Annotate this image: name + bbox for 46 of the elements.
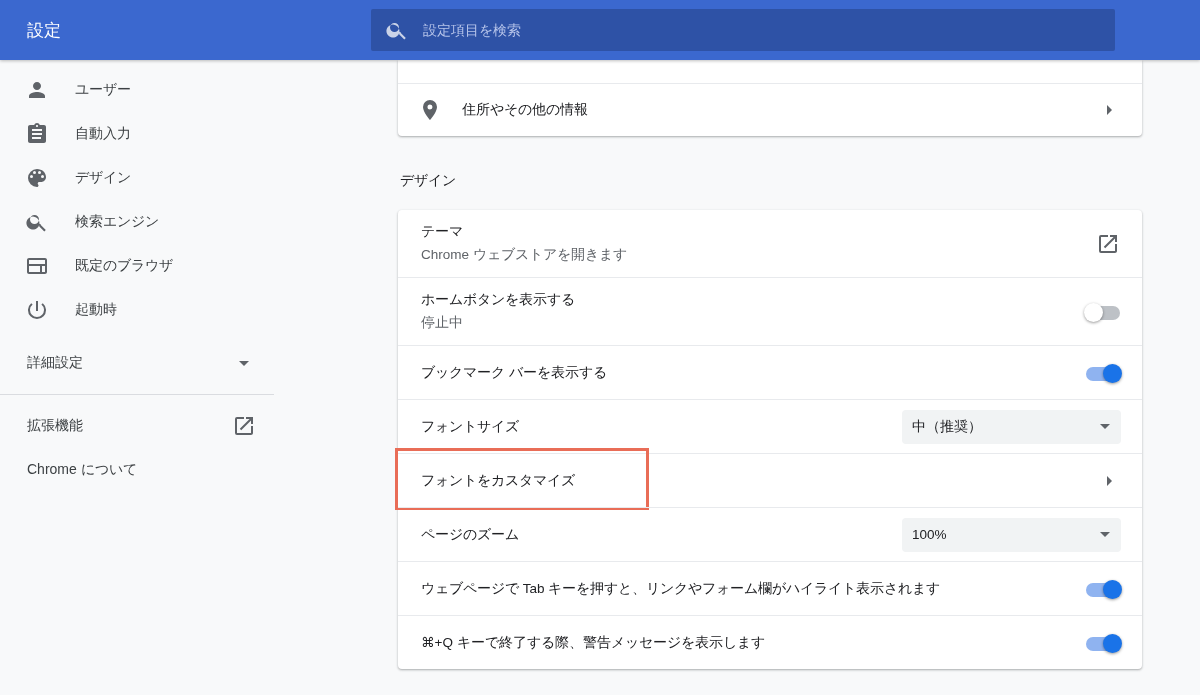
external-link-icon <box>232 414 256 438</box>
clipboard-icon <box>25 122 49 146</box>
toggle-switch[interactable] <box>1086 362 1120 383</box>
sidebar-item[interactable]: 既定のブラウザ <box>0 244 274 288</box>
section-heading: デザイン <box>399 171 457 190</box>
sidebar-link[interactable]: 拡張機能 <box>0 404 274 448</box>
caret-down-icon <box>1100 532 1110 537</box>
row-label: ⌘+Q キーで終了する際、警告メッセージを表示します <box>421 633 766 652</box>
row-label: フォントサイズ <box>421 417 520 436</box>
row-sublabel: Chrome ウェブストアを開きます <box>421 246 628 264</box>
settings-row[interactable]: ウェブページで Tab キーを押すと、リンクやフォーム欄がハイライト表示されます <box>398 561 1142 615</box>
row-label: ブックマーク バーを表示する <box>421 363 608 382</box>
row-label: 住所やその他の情報 <box>462 101 589 119</box>
settings-row[interactable]: フォントをカスタマイズ <box>398 453 1142 507</box>
row-label: ウェブページで Tab キーを押すと、リンクやフォーム欄がハイライト表示されます <box>421 579 942 598</box>
page-title: 設定 <box>26 19 62 42</box>
row-label: テーマ <box>421 223 464 241</box>
row-label: ページのズーム <box>421 525 520 544</box>
sidebar-item[interactable]: 自動入力 <box>0 112 274 156</box>
search-field[interactable]: 設定項目を検索 <box>371 9 1115 51</box>
settings-row[interactable]: テーマ Chrome ウェブストアを開きます <box>398 210 1142 277</box>
settings-row[interactable]: 住所やその他の情報 <box>398 84 1142 136</box>
settings-row[interactable]: フォントサイズ 中（推奨） <box>398 399 1142 453</box>
row-label: ホームボタンを表示する <box>421 291 576 309</box>
caret-right-icon <box>1107 105 1112 115</box>
settings-row[interactable]: ページのズーム 100% <box>398 507 1142 561</box>
sidebar-link[interactable]: Chrome について <box>0 448 274 492</box>
caret-right-icon <box>1107 475 1112 486</box>
toggle-switch[interactable] <box>1086 301 1120 322</box>
toggle-switch[interactable] <box>1086 578 1120 599</box>
settings-row[interactable]: ⌘+Q キーで終了する際、警告メッセージを表示します <box>398 615 1142 669</box>
sidebar-item[interactable]: デザイン <box>0 156 274 200</box>
settings-row[interactable]: ブックマーク バーを表示する <box>398 345 1142 399</box>
sidebar-item[interactable]: 検索エンジン <box>0 200 274 244</box>
sidebar-item[interactable]: ユーザー <box>0 68 274 112</box>
sidebar-item[interactable]: 起動時 <box>0 288 274 332</box>
row-sublabel: 停止中 <box>421 314 464 332</box>
row-label: フォントをカスタマイズ <box>421 471 576 490</box>
toggle-switch[interactable] <box>1086 632 1120 653</box>
caret-down-icon <box>1100 424 1110 429</box>
dropdown[interactable]: 中（推奨） <box>902 409 1121 444</box>
palette-icon <box>25 166 49 190</box>
settings-row[interactable]: ホームボタンを表示する 停止中 <box>398 277 1142 345</box>
advanced-settings-toggle[interactable]: 詳細設定 <box>0 341 274 385</box>
dropdown[interactable]: 100% <box>902 517 1121 552</box>
power-icon <box>25 298 49 322</box>
